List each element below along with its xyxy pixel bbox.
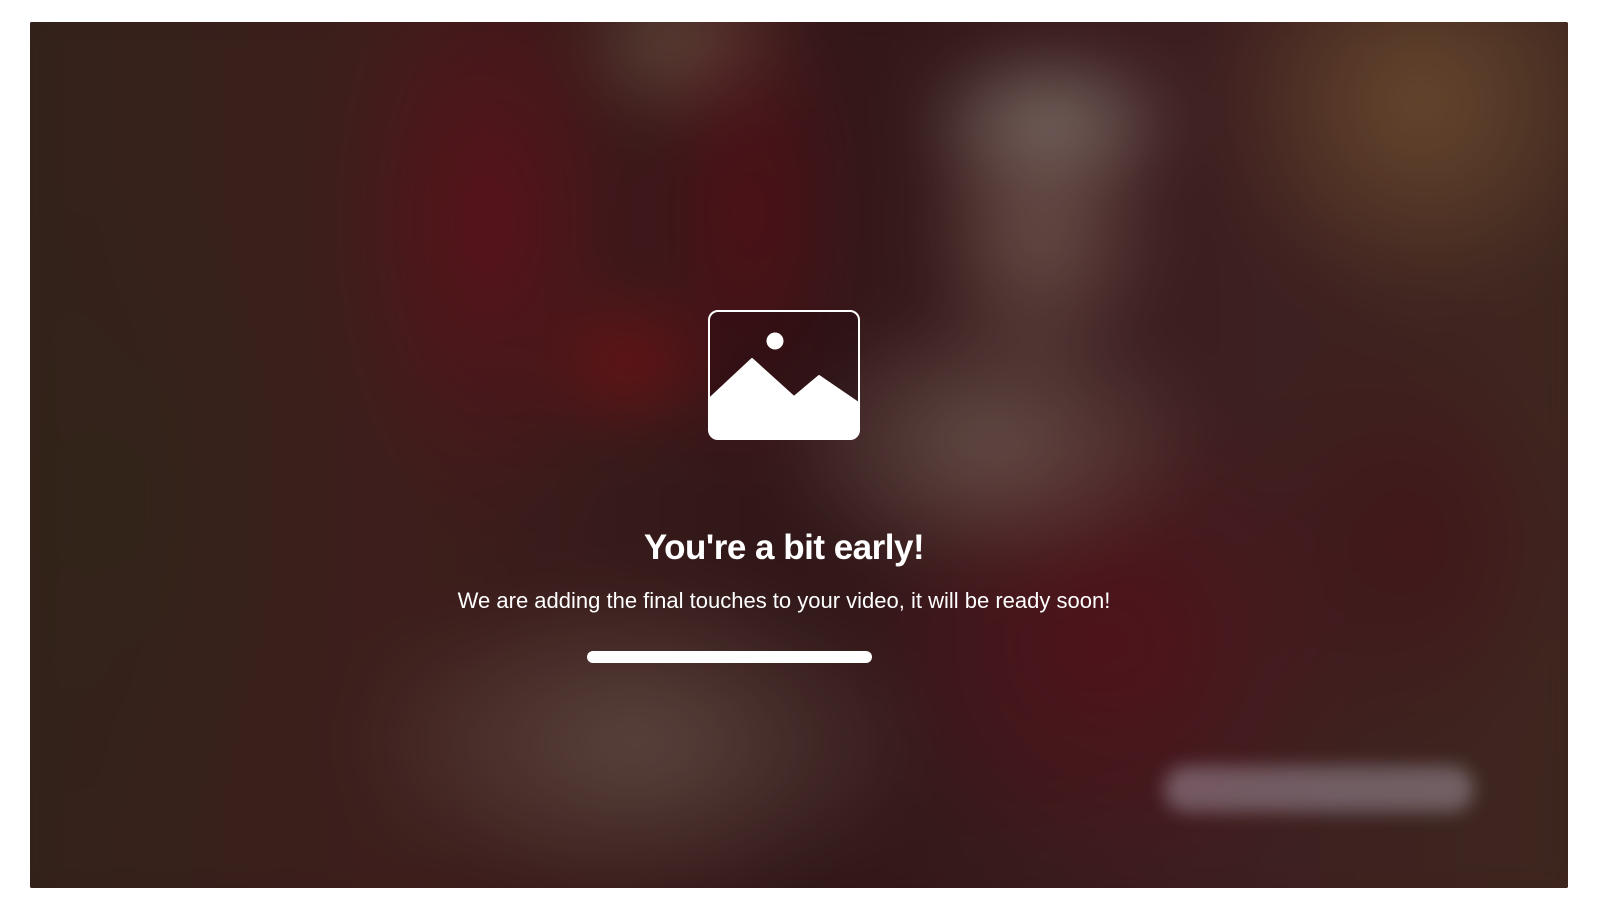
early-heading: You're a bit early! <box>643 528 925 567</box>
progress-bar-fill <box>587 651 872 663</box>
final-touches-message: We are adding the final touches to your … <box>457 588 1111 613</box>
progress-bar <box>587 651 977 663</box>
video-not-ready-message: You're a bit early! We are adding the fi… <box>30 22 1568 888</box>
video-player: You're a bit early! We are adding the fi… <box>30 22 1568 888</box>
image-placeholder-icon <box>708 310 860 440</box>
